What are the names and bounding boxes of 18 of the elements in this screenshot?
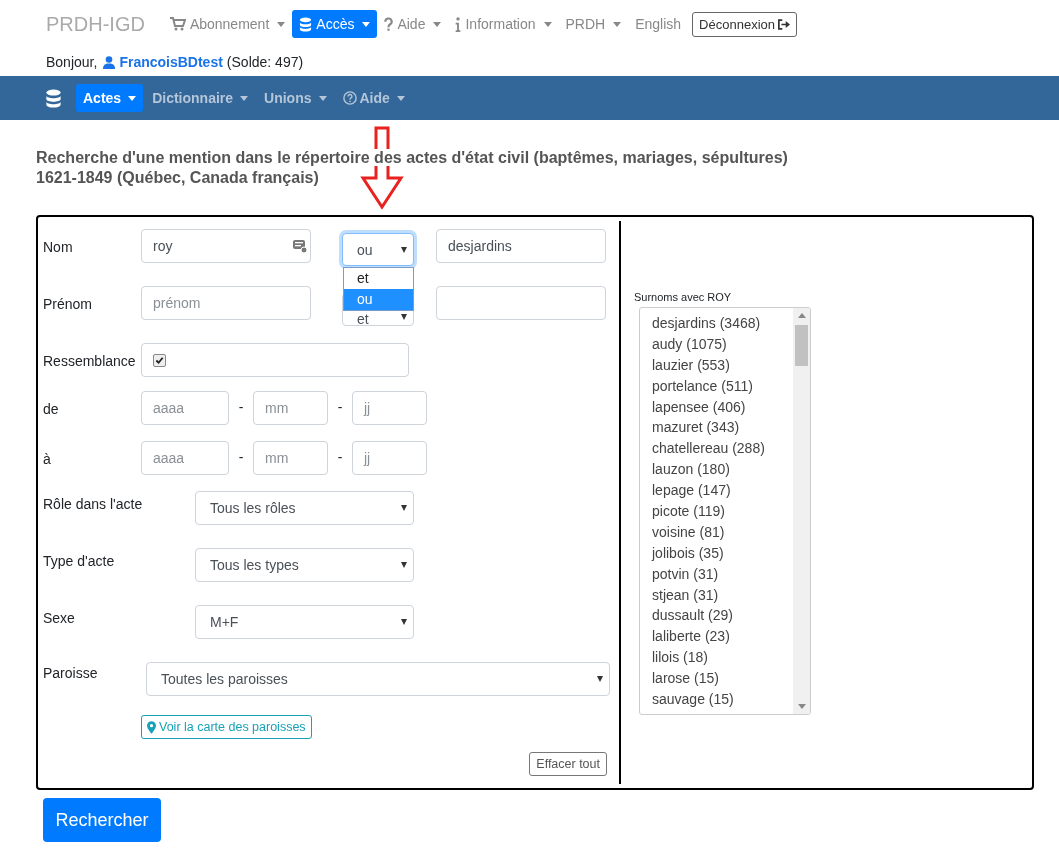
field-label: Ressemblance <box>43 352 137 369</box>
page-heading: 1621-1849 (Québec, Canada français) <box>36 169 319 186</box>
separator-text: - <box>336 398 344 415</box>
field-label: Nom <box>43 238 74 255</box>
field-label: Paroisse <box>43 664 99 681</box>
field-label: de <box>43 400 60 417</box>
balance-text: (Solde: 497) <box>226 54 304 70</box>
nicknames-label: Surnoms avec ROY <box>634 291 733 303</box>
greeting-text: Bonjour, <box>46 54 98 70</box>
separator-text: - <box>237 398 245 415</box>
field-label: Sexe <box>43 609 76 626</box>
field-label: Prénom <box>43 295 94 312</box>
page-heading: Recherche d'une mention dans le répertoire des actes d'état civil (baptêmes, mariages, sépultures) <box>36 149 788 166</box>
separator-text: - <box>237 448 245 465</box>
field-label: à <box>43 450 52 467</box>
separator-text: - <box>336 448 344 465</box>
field-label: Rôle dans l'acte <box>43 495 144 512</box>
field-label: Type d'acte <box>43 552 116 569</box>
